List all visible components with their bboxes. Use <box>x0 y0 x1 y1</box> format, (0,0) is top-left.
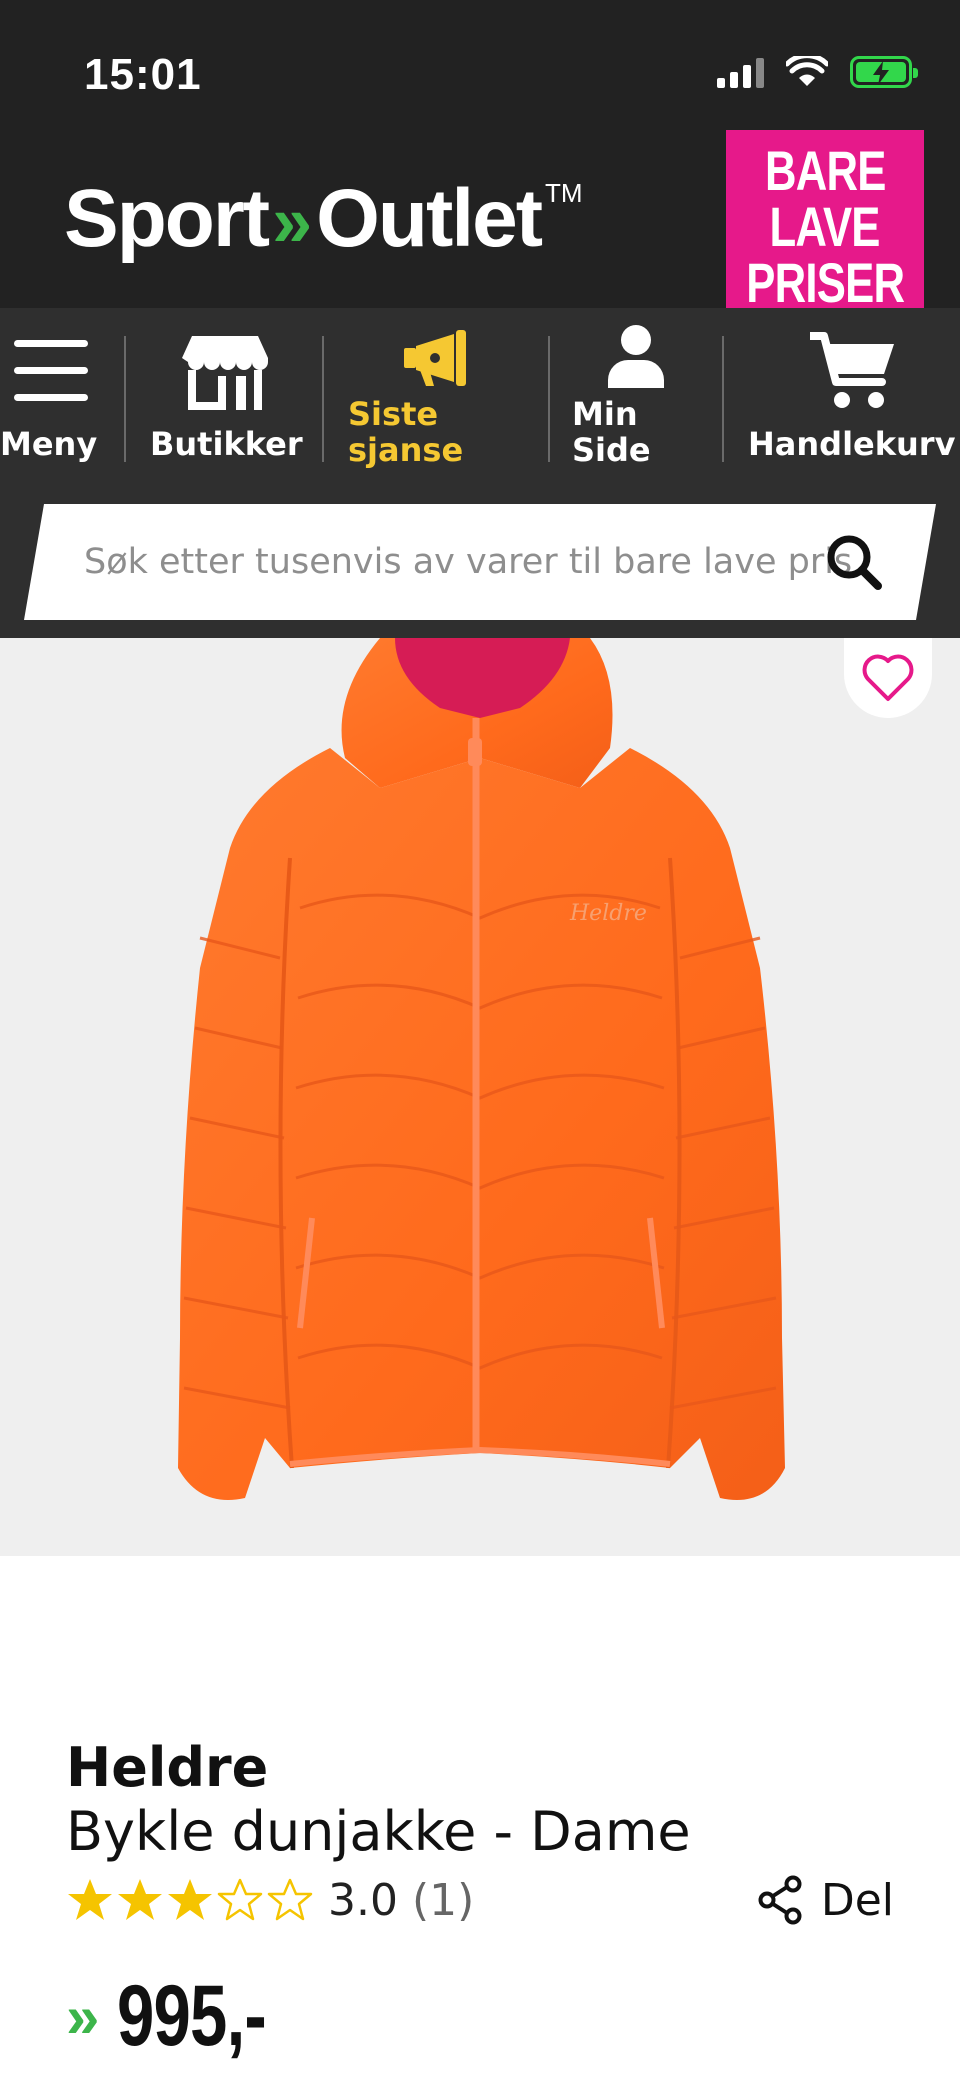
nav-label-side: Side <box>572 431 651 469</box>
heart-icon <box>862 654 914 701</box>
store-icon <box>182 336 268 410</box>
nav-item-min-side[interactable]: Min Side <box>550 308 722 486</box>
star-empty-icon <box>217 1878 263 1921</box>
nav-label-min: Min <box>572 395 638 433</box>
star-empty-icon <box>267 1878 313 1921</box>
rating-count[interactable]: (1) <box>412 1875 474 1926</box>
nav-label-handlekurv: Handlekurv <box>748 425 956 463</box>
nav-item-siste-sjanse[interactable]: Siste sjanse <box>324 308 548 486</box>
nav-label-butikker: Butikker <box>150 425 303 463</box>
battery-icon <box>850 56 918 88</box>
status-bar: 15:01 <box>0 0 960 128</box>
megaphone-icon <box>404 330 466 386</box>
product-name: Bykle dunjakke - Dame <box>66 1800 691 1863</box>
status-time: 15:01 <box>84 50 202 99</box>
product-price: 995,- <box>117 1967 267 2064</box>
signal-icon <box>717 56 764 88</box>
share-label: Del <box>820 1874 894 1926</box>
main-nav: Meny Butikker Siste sjanse Min Side Hand… <box>0 308 960 486</box>
site-header: Sport » Outlet TM BARE LAVE PRISER <box>0 128 960 324</box>
search-icon[interactable] <box>824 532 884 592</box>
search-input[interactable] <box>84 534 854 590</box>
nav-item-butikker[interactable]: Butikker <box>126 308 322 486</box>
search-bar <box>0 486 960 638</box>
logo-text-outlet: Outlet <box>316 173 543 264</box>
nav-label-meny: Meny <box>0 425 98 463</box>
logo-trademark: TM <box>545 178 583 208</box>
rating-stars <box>66 1877 314 1923</box>
product-rating[interactable]: 3.0 (1) <box>66 1870 474 1930</box>
menu-icon <box>14 340 88 401</box>
sport-outlet-logo[interactable]: Sport » Outlet TM <box>64 172 583 266</box>
svg-text:Heldre: Heldre <box>569 901 647 926</box>
badge-line-3: PRISER <box>746 251 905 314</box>
badge-line-2: LAVE <box>769 195 881 258</box>
user-icon <box>608 325 664 388</box>
logo-text-sport: Sport <box>64 173 270 264</box>
product-image[interactable]: Heldre <box>0 638 960 1556</box>
bare-lave-priser-badge: BARE LAVE PRISER <box>726 130 924 324</box>
price-row: » 995,- <box>66 1966 308 2066</box>
badge-line-1: BARE <box>764 139 886 202</box>
logo-chevrons: » <box>272 182 312 262</box>
jacket-image: Heldre <box>178 638 785 1500</box>
rating-value: 3.0 <box>328 1874 398 1926</box>
wifi-icon <box>786 56 828 86</box>
nav-item-meny[interactable]: Meny <box>0 308 124 486</box>
nav-label-siste: Siste <box>348 395 439 433</box>
share-icon <box>758 1875 802 1925</box>
star-filled-icon <box>168 1879 212 1920</box>
nav-item-handlekurv[interactable]: Handlekurv <box>724 308 960 486</box>
nav-label-sjanse: sjanse <box>348 431 464 469</box>
product-brand[interactable]: Heldre <box>66 1736 268 1799</box>
price-chevrons: » <box>66 1982 100 2050</box>
status-icons <box>717 56 918 88</box>
star-filled-icon <box>68 1879 112 1920</box>
share-button[interactable]: Del <box>757 1872 894 1928</box>
cart-icon <box>810 332 894 408</box>
star-filled-icon <box>118 1879 162 1920</box>
search-box <box>24 504 936 620</box>
